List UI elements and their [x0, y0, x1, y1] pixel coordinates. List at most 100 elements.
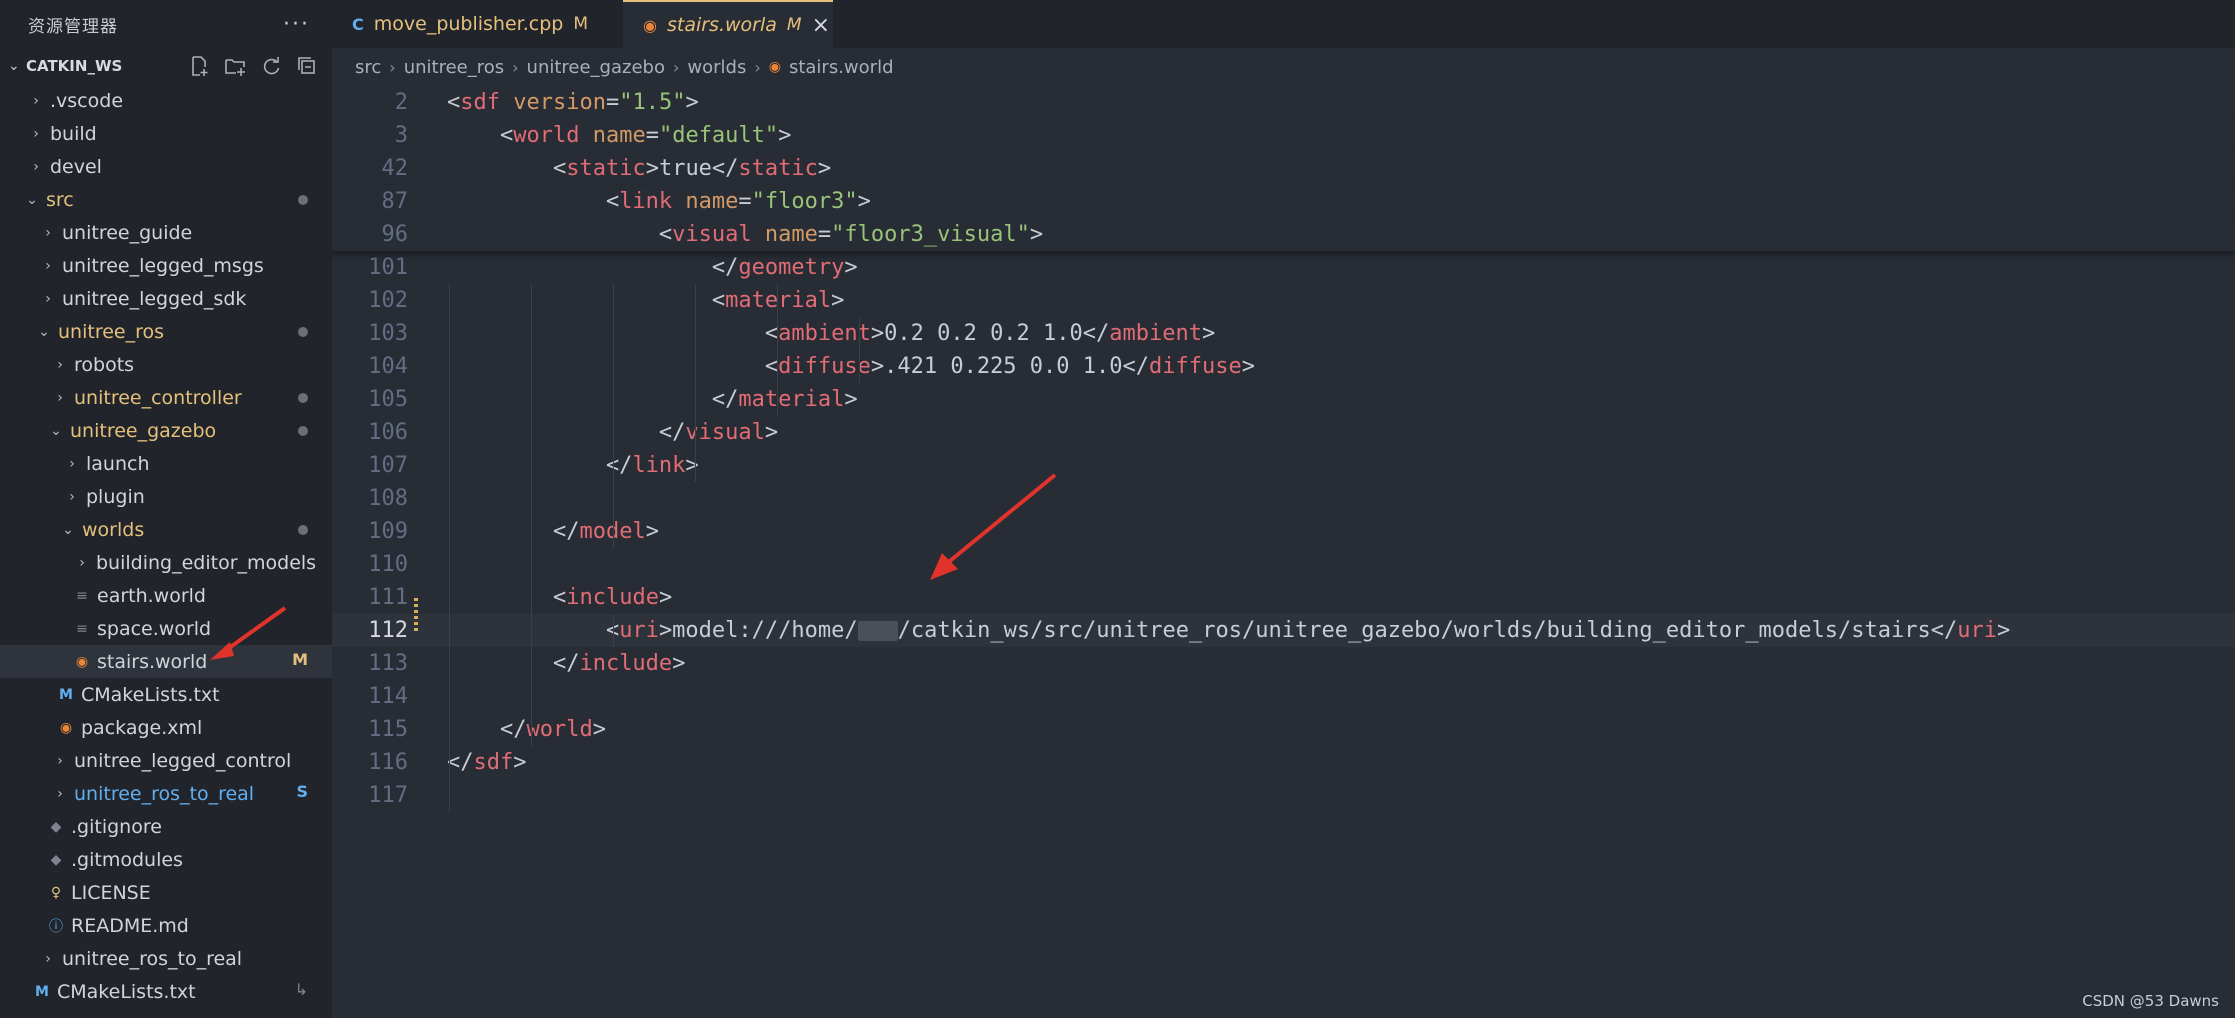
code-line[interactable]: 3 <world name="default"> — [332, 119, 2235, 152]
breadcrumb-item[interactable]: unitree_ros — [404, 57, 504, 78]
code-line[interactable]: 117 — [332, 779, 2235, 812]
tree-item-src[interactable]: ⌄ src — [0, 183, 332, 216]
code-line[interactable]: 106 </visual> — [332, 416, 2235, 449]
tree-item-earth-world[interactable]: ≡ earth.world — [0, 579, 332, 612]
info-icon: ⓘ — [49, 918, 63, 935]
chevron-right-icon: › — [389, 57, 396, 77]
code-token: = — [605, 90, 620, 115]
code-line[interactable]: 114 — [332, 680, 2235, 713]
tree-item-unitree-legged-msgs[interactable]: › unitree_legged_msgs — [0, 249, 332, 282]
refresh-icon[interactable] — [260, 55, 282, 77]
tree-item-unitree-ros[interactable]: ⌄ unitree_ros — [0, 315, 332, 348]
chevron-down-icon: ⌄ — [38, 323, 50, 340]
tree-item-readme[interactable]: ⓘ README.md — [0, 909, 332, 942]
code-editor[interactable]: 101 </geometry> 2 <sdf version="1.5"> 3 <wo… — [332, 86, 2235, 1018]
tree-item-label: stairs.world — [97, 650, 208, 673]
tree-item-unitree-ros-to-real-submodule[interactable]: › unitree_ros_to_real S — [0, 777, 332, 810]
tree-item-build[interactable]: › build — [0, 117, 332, 150]
tree-item-unitree-controller[interactable]: › unitree_controller — [0, 381, 332, 414]
code-line[interactable]: 42 <static>true</static> — [332, 152, 2235, 185]
new-folder-icon[interactable] — [224, 55, 246, 77]
code-token: > — [778, 123, 792, 148]
tree-item-unitree-gazebo[interactable]: ⌄ unitree_gazebo — [0, 414, 332, 447]
code-token: sdf — [473, 750, 514, 775]
tab-move-publisher[interactable]: C move_publisher.cpp M — [332, 0, 623, 48]
tree-item-gitignore[interactable]: ◆ .gitignore — [0, 810, 332, 843]
code-line[interactable]: 110 — [332, 548, 2235, 581]
breadcrumb-item[interactable]: src — [355, 57, 381, 78]
code-line[interactable]: 2 <sdf version="1.5"> — [332, 86, 2235, 119]
code-token: = — [817, 222, 832, 247]
tree-item-license[interactable]: ♀ LICENSE — [0, 876, 332, 909]
code-token: </ — [447, 717, 527, 742]
modified-dot — [298, 393, 308, 403]
line-number: 96 — [381, 222, 409, 247]
code-line[interactable]: 112 <uri>model:///home//catkin_ws/src/un… — [332, 614, 2235, 647]
tree-item-devel[interactable]: › devel — [0, 150, 332, 183]
breadcrumb-item[interactable]: unitree_gazebo — [527, 57, 665, 78]
close-icon[interactable]: × — [812, 13, 830, 38]
tree-item-worlds[interactable]: ⌄ worlds — [0, 513, 332, 546]
code-line[interactable]: 105 </material> — [332, 383, 2235, 416]
line-number: 103 — [368, 321, 408, 346]
code-token: </ — [447, 750, 474, 775]
indent-guide — [777, 284, 778, 416]
code-text: </world> — [447, 713, 606, 746]
code-token: "default" — [658, 123, 779, 148]
tree-item-label: space.world — [97, 617, 212, 640]
code-line[interactable]: 102 <material> — [332, 284, 2235, 317]
workspace-header[interactable]: ⌄ CATKIN_WS — [0, 48, 332, 84]
file-tree: › .vscode › build › devel ⌄ src › unitree_gui… — [0, 84, 332, 1008]
code-line[interactable]: 96 <visual name="floor3_visual"> — [332, 218, 2235, 251]
code-line[interactable]: 111 <include> — [332, 581, 2235, 614]
tree-item-building-editor-models[interactable]: › building_editor_models — [0, 546, 332, 579]
tree-item-stairs-world[interactable]: ◉ stairs.world M — [0, 645, 332, 678]
code-token: > — [685, 90, 699, 115]
tree-item-vscode[interactable]: › .vscode — [0, 84, 332, 117]
breadcrumb-item[interactable]: worlds — [687, 57, 746, 78]
code-line[interactable]: 87 <link name="floor3"> — [332, 185, 2235, 218]
lines-file-icon: ≡ — [76, 587, 88, 604]
code-line[interactable]: 109 </model> — [332, 515, 2235, 548]
code-token: > — [1202, 321, 1216, 346]
tree-item-label: unitree_legged_control — [74, 749, 292, 772]
tree-item-robots[interactable]: › robots — [0, 348, 332, 381]
code-token: static — [566, 156, 646, 181]
tree-item-space-world[interactable]: ≡ space.world — [0, 612, 332, 645]
tree-item-plugin[interactable]: › plugin — [0, 480, 332, 513]
symlink-icon: ↳ — [294, 980, 308, 999]
tree-item-root-cmakelists[interactable]: M CMakeLists.txt ↳ — [0, 975, 332, 1008]
code-line[interactable]: 115 </world> — [332, 713, 2235, 746]
tree-item-package-xml[interactable]: ◉ package.xml — [0, 711, 332, 744]
code-line[interactable]: 104 <diffuse>.421 0.225 0.0 1.0</diffuse… — [332, 350, 2235, 383]
explorer-header: 资源管理器 ··· — [0, 0, 332, 48]
code-token: > — [1029, 222, 1044, 247]
code-token: >0.2 0.2 0.2 1.0</ — [870, 321, 1110, 346]
code-line[interactable]: 103 <ambient>0.2 0.2 0.2 1.0</ambient> — [332, 317, 2235, 350]
collapse-all-icon[interactable] — [296, 55, 318, 77]
code-line[interactable]: 108 — [332, 482, 2235, 515]
code-line[interactable]: 107 </link> — [332, 449, 2235, 482]
code-token: < — [447, 156, 567, 181]
code-line[interactable]: 113 </include> — [332, 647, 2235, 680]
code-line[interactable]: 116 </sdf> — [332, 746, 2235, 779]
chevron-right-icon: › — [33, 158, 39, 175]
tree-item-unitree-ros-to-real[interactable]: › unitree_ros_to_real — [0, 942, 332, 975]
code-token: > — [764, 420, 779, 445]
tree-item-launch[interactable]: › launch — [0, 447, 332, 480]
tab-stairs-world[interactable]: ◉ stairs.worla M × — [623, 0, 833, 48]
line-number: 110 — [368, 552, 408, 577]
line-number: 114 — [368, 684, 408, 709]
breadcrumb-item[interactable]: stairs.world — [789, 57, 894, 78]
tree-item-unitree-legged-control[interactable]: › unitree_legged_control — [0, 744, 332, 777]
tree-item-unitree-guide[interactable]: › unitree_guide — [0, 216, 332, 249]
new-file-icon[interactable] — [188, 55, 210, 77]
tree-item-label: .gitignore — [71, 815, 162, 838]
tree-item-label: CMakeLists.txt — [57, 980, 196, 1003]
tree-item-gitmodules[interactable]: ◆ .gitmodules — [0, 843, 332, 876]
tree-item-unitree-legged-sdk[interactable]: › unitree_legged_sdk — [0, 282, 332, 315]
more-actions-icon[interactable]: ··· — [283, 12, 310, 37]
tree-item-cmakelists[interactable]: M CMakeLists.txt — [0, 678, 332, 711]
watermark: CSDN @53 Dawns — [2082, 992, 2219, 1010]
